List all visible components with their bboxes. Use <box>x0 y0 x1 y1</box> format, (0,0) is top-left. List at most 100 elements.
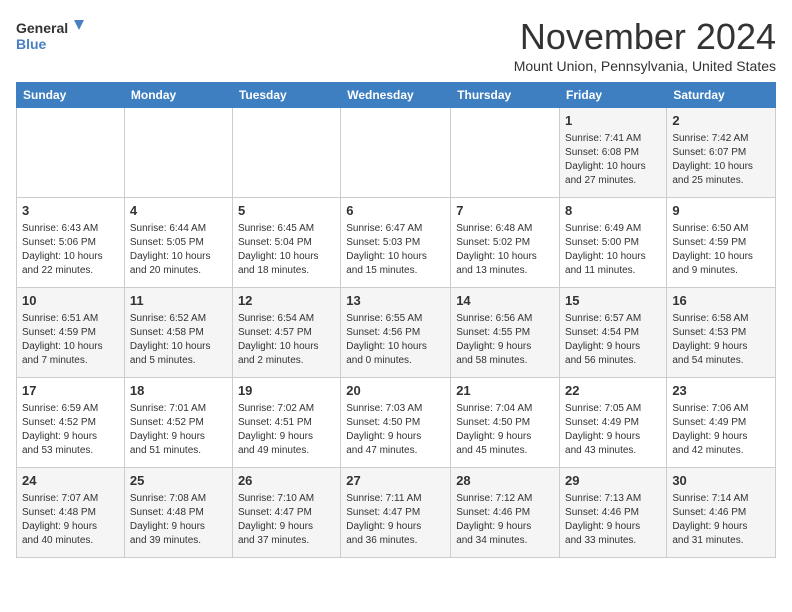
calendar-cell: 12Sunrise: 6:54 AM Sunset: 4:57 PM Dayli… <box>232 288 340 378</box>
calendar-cell: 26 Sunrise: 7:10 AM Sunset: 4:47 PM Dayli… <box>232 468 340 558</box>
day-number: 18 <box>130 382 227 400</box>
day-number: 5 <box>238 202 335 220</box>
day-info: Sunrise: 6:47 AM Sunset: 5:03 PM Dayligh… <box>346 222 445 278</box>
day-number: 1 <box>565 112 661 130</box>
day-info: Sunrise: 7:10 AM Sunset: 4:47 PM Dayligh… <box>238 492 335 548</box>
day-info: Sunrise: 6:54 AM Sunset: 4:57 PM Dayligh… <box>238 312 335 368</box>
day-number: 15 <box>565 292 661 310</box>
day-number: 16 <box>672 292 770 310</box>
calendar-cell <box>17 108 125 198</box>
day-number: 25 <box>130 472 227 490</box>
weekday-header: Wednesday <box>341 83 451 108</box>
day-number: 8 <box>565 202 661 220</box>
calendar-cell: 21 Sunrise: 7:04 AM Sunset: 4:50 PM Dayli… <box>451 378 560 468</box>
calendar-cell: 15 Sunrise: 6:57 AM Sunset: 4:54 PM Dayli… <box>560 288 667 378</box>
calendar-cell: 29 Sunrise: 7:13 AM Sunset: 4:46 PM Dayli… <box>560 468 667 558</box>
calendar-cell: 6 Sunrise: 6:47 AM Sunset: 5:03 PM Daylig… <box>341 198 451 288</box>
svg-text:Blue: Blue <box>16 36 47 52</box>
day-info: Sunrise: 7:13 AM Sunset: 4:46 PM Dayligh… <box>565 492 661 548</box>
day-info: Sunrise: 7:42 AM Sunset: 6:07 PM Dayligh… <box>672 132 770 188</box>
day-info: Sunrise: 6:49 AM Sunset: 5:00 PM Dayligh… <box>565 222 661 278</box>
day-info: Sunrise: 6:52 AM Sunset: 4:58 PM Dayligh… <box>130 312 227 368</box>
day-info: Sunrise: 6:51 AM Sunset: 4:59 PM Dayligh… <box>22 312 119 368</box>
calendar-cell: 8 Sunrise: 6:49 AM Sunset: 5:00 PM Daylig… <box>560 198 667 288</box>
day-number: 21 <box>456 382 554 400</box>
title-block: November 2024 Mount Union, Pennsylvania,… <box>514 16 776 74</box>
calendar-cell: 23 Sunrise: 7:06 AM Sunset: 4:49 PM Dayli… <box>667 378 776 468</box>
day-number: 3 <box>22 202 119 220</box>
day-number: 27 <box>346 472 445 490</box>
calendar-cell: 2 Sunrise: 7:42 AM Sunset: 6:07 PM Daylig… <box>667 108 776 198</box>
day-info: Sunrise: 6:44 AM Sunset: 5:05 PM Dayligh… <box>130 222 227 278</box>
location-title: Mount Union, Pennsylvania, United States <box>514 58 776 74</box>
day-info: Sunrise: 7:04 AM Sunset: 4:50 PM Dayligh… <box>456 402 554 458</box>
day-number: 2 <box>672 112 770 130</box>
day-info: Sunrise: 7:06 AM Sunset: 4:49 PM Dayligh… <box>672 402 770 458</box>
day-number: 29 <box>565 472 661 490</box>
day-info: Sunrise: 6:57 AM Sunset: 4:54 PM Dayligh… <box>565 312 661 368</box>
day-info: Sunrise: 6:45 AM Sunset: 5:04 PM Dayligh… <box>238 222 335 278</box>
day-info: Sunrise: 7:03 AM Sunset: 4:50 PM Dayligh… <box>346 402 445 458</box>
day-info: Sunrise: 7:07 AM Sunset: 4:48 PM Dayligh… <box>22 492 119 548</box>
day-number: 26 <box>238 472 335 490</box>
day-info: Sunrise: 7:12 AM Sunset: 4:46 PM Dayligh… <box>456 492 554 548</box>
day-number: 30 <box>672 472 770 490</box>
day-info: Sunrise: 7:01 AM Sunset: 4:52 PM Dayligh… <box>130 402 227 458</box>
day-number: 11 <box>130 292 227 310</box>
day-number: 4 <box>130 202 227 220</box>
weekday-header: Monday <box>124 83 232 108</box>
calendar-cell: 1 Sunrise: 7:41 AM Sunset: 6:08 PM Daylig… <box>560 108 667 198</box>
day-info: Sunrise: 6:55 AM Sunset: 4:56 PM Dayligh… <box>346 312 445 368</box>
day-info: Sunrise: 7:14 AM Sunset: 4:46 PM Dayligh… <box>672 492 770 548</box>
day-number: 23 <box>672 382 770 400</box>
calendar-cell: 11 Sunrise: 6:52 AM Sunset: 4:58 PM Dayli… <box>124 288 232 378</box>
weekday-header: Saturday <box>667 83 776 108</box>
calendar-cell: 18 Sunrise: 7:01 AM Sunset: 4:52 PM Dayli… <box>124 378 232 468</box>
calendar-cell: 3Sunrise: 6:43 AM Sunset: 5:06 PM Daylig… <box>17 198 125 288</box>
day-info: Sunrise: 7:41 AM Sunset: 6:08 PM Dayligh… <box>565 132 661 188</box>
calendar-cell: 27Sunrise: 7:11 AM Sunset: 4:47 PM Dayli… <box>341 468 451 558</box>
calendar-cell: 17 Sunrise: 6:59 AM Sunset: 4:52 PM Dayli… <box>17 378 125 468</box>
calendar-cell: 13 Sunrise: 6:55 AM Sunset: 4:56 PM Dayli… <box>341 288 451 378</box>
weekday-header: Sunday <box>17 83 125 108</box>
weekday-header: Thursday <box>451 83 560 108</box>
calendar-cell <box>232 108 340 198</box>
calendar-cell: 7 Sunrise: 6:48 AM Sunset: 5:02 PM Daylig… <box>451 198 560 288</box>
weekday-header: Friday <box>560 83 667 108</box>
day-number: 14 <box>456 292 554 310</box>
calendar-cell: 30 Sunrise: 7:14 AM Sunset: 4:46 PM Dayli… <box>667 468 776 558</box>
logo: General Blue <box>16 16 86 56</box>
calendar-cell: 16Sunrise: 6:58 AM Sunset: 4:53 PM Dayli… <box>667 288 776 378</box>
calendar-cell <box>124 108 232 198</box>
calendar-cell <box>451 108 560 198</box>
calendar-cell: 25 Sunrise: 7:08 AM Sunset: 4:48 PM Dayli… <box>124 468 232 558</box>
header: General Blue November 2024 Mount Union, … <box>16 16 776 74</box>
day-number: 13 <box>346 292 445 310</box>
day-number: 9 <box>672 202 770 220</box>
day-number: 20 <box>346 382 445 400</box>
day-number: 22 <box>565 382 661 400</box>
day-info: Sunrise: 6:50 AM Sunset: 4:59 PM Dayligh… <box>672 222 770 278</box>
month-title: November 2024 <box>514 16 776 58</box>
day-info: Sunrise: 6:59 AM Sunset: 4:52 PM Dayligh… <box>22 402 119 458</box>
weekday-header: Tuesday <box>232 83 340 108</box>
day-number: 28 <box>456 472 554 490</box>
day-number: 19 <box>238 382 335 400</box>
day-info: Sunrise: 6:56 AM Sunset: 4:55 PM Dayligh… <box>456 312 554 368</box>
calendar-cell: 10 Sunrise: 6:51 AM Sunset: 4:59 PM Dayli… <box>17 288 125 378</box>
calendar-cell: 14 Sunrise: 6:56 AM Sunset: 4:55 PM Dayli… <box>451 288 560 378</box>
day-info: Sunrise: 7:02 AM Sunset: 4:51 PM Dayligh… <box>238 402 335 458</box>
calendar-cell: 9 Sunrise: 6:50 AM Sunset: 4:59 PM Daylig… <box>667 198 776 288</box>
day-number: 10 <box>22 292 119 310</box>
day-number: 17 <box>22 382 119 400</box>
day-info: Sunrise: 7:08 AM Sunset: 4:48 PM Dayligh… <box>130 492 227 548</box>
day-info: Sunrise: 7:05 AM Sunset: 4:49 PM Dayligh… <box>565 402 661 458</box>
calendar-table: SundayMondayTuesdayWednesdayThursdayFrid… <box>16 82 776 558</box>
calendar-cell: 22 Sunrise: 7:05 AM Sunset: 4:49 PM Dayli… <box>560 378 667 468</box>
day-number: 7 <box>456 202 554 220</box>
day-number: 6 <box>346 202 445 220</box>
day-info: Sunrise: 6:48 AM Sunset: 5:02 PM Dayligh… <box>456 222 554 278</box>
calendar-cell: 28 Sunrise: 7:12 AM Sunset: 4:46 PM Dayli… <box>451 468 560 558</box>
calendar-cell: 24Sunrise: 7:07 AM Sunset: 4:48 PM Dayli… <box>17 468 125 558</box>
svg-text:General: General <box>16 20 68 36</box>
